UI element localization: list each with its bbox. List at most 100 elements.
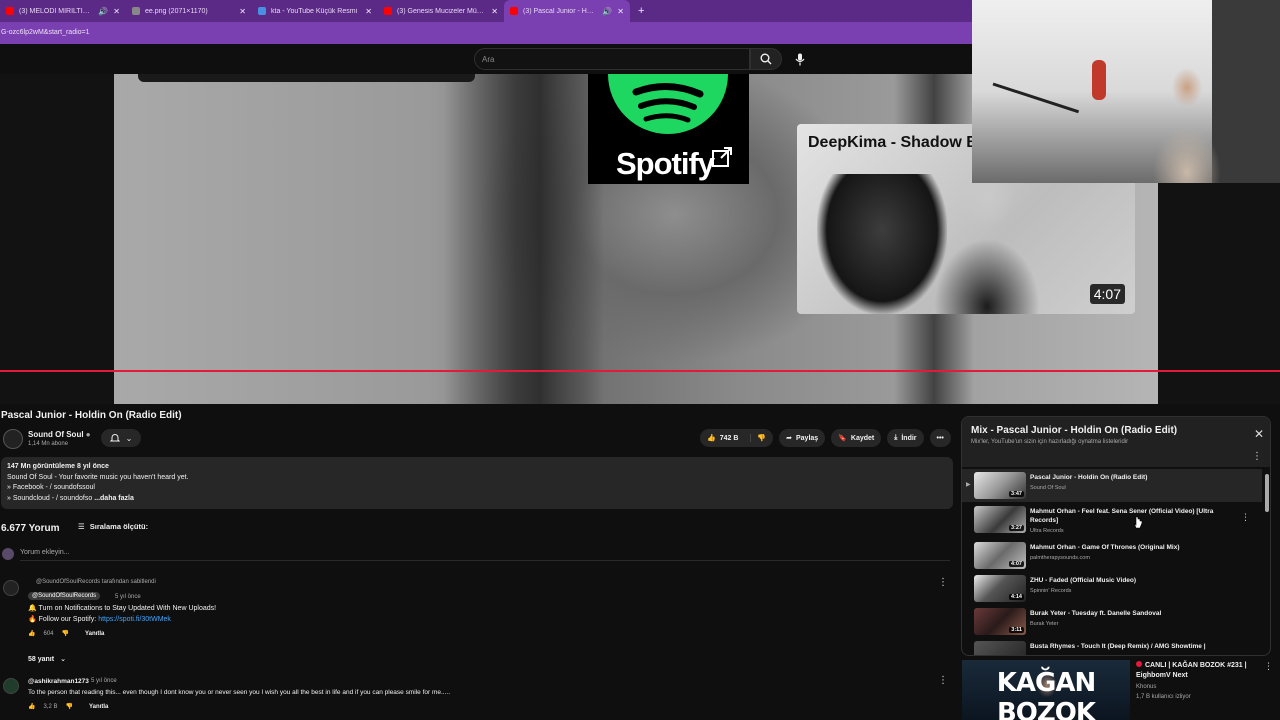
comment-author[interactable]: @SoundOfSoulRecords bbox=[28, 592, 101, 600]
address-bar[interactable]: G-ozc6lp2wM&start_radio=1 bbox=[0, 22, 972, 44]
playlist-item[interactable]: 3:11 Burak Yeter - Tuesday ft. Danelle S… bbox=[962, 605, 1262, 638]
subscribed-bell-button[interactable]: ⌄ bbox=[101, 429, 141, 447]
playlist-item[interactable]: 4:14 ZHU - Faded (Official Music Video) … bbox=[962, 572, 1262, 605]
voice-search-button[interactable] bbox=[788, 48, 812, 70]
duration-badge: 4:07 bbox=[1008, 561, 1024, 567]
channel-avatar[interactable] bbox=[3, 429, 23, 449]
playlist-item-title: Burak Yeter - Tuesday ft. Danelle Sandov… bbox=[1030, 610, 1162, 617]
download-button[interactable]: ⤓ İndir bbox=[887, 429, 924, 447]
browser-tab[interactable]: (3) MELODİ MIRILTISI | Eigh 🔊 ✕ bbox=[0, 0, 126, 22]
tab-close-icon[interactable]: ✕ bbox=[365, 7, 372, 16]
comment-like-count: 3,2 B bbox=[43, 703, 58, 710]
recommendation-menu-icon[interactable]: ⋮ bbox=[1264, 661, 1273, 672]
thumbs-down-icon[interactable]: 👎 bbox=[62, 630, 69, 637]
save-label: Kaydet bbox=[850, 434, 875, 442]
playlist-item-channel: Burak Yeter bbox=[1030, 621, 1059, 627]
comment-author[interactable]: @ashikrahman1273 bbox=[28, 676, 89, 687]
scrollbar-thumb[interactable] bbox=[1265, 474, 1269, 512]
video-progress-bar[interactable] bbox=[0, 370, 1280, 372]
youtube-favicon-icon bbox=[384, 7, 392, 15]
recommended-video-thumbnail[interactable]: KAĞAN BOZOK bbox=[962, 660, 1130, 720]
browser-tab-bar: (3) MELODİ MIRILTISI | Eigh 🔊 ✕ ee.png (… bbox=[0, 0, 972, 22]
playlist-item[interactable]: 3:27 Mahmut Orhan - Feel feat. Sena Sene… bbox=[962, 503, 1262, 536]
playlist-item-title: Pascal Junior - Holdin On (Radio Edit) bbox=[1030, 474, 1148, 481]
playlist-item[interactable]: Busta Rhymes - Touch It (Deep Remix) / A… bbox=[962, 638, 1262, 655]
comment-avatar[interactable] bbox=[3, 580, 19, 596]
channel-name-text: Sound Of Soul bbox=[28, 430, 84, 439]
comment-menu-icon[interactable]: ⋮ bbox=[938, 577, 948, 588]
chevron-down-icon: ⌄ bbox=[125, 433, 133, 443]
like-button[interactable]: 👍 742 B 👎 bbox=[700, 429, 774, 447]
sort-icon: ☰ bbox=[78, 522, 85, 531]
spotify-link[interactable]: https://spoti.fi/30tWMek bbox=[98, 616, 171, 623]
comment-text: 🔥 Follow our Spotify: bbox=[28, 616, 99, 623]
thumbs-down-icon[interactable]: 👎 bbox=[66, 703, 73, 710]
comment-text-line: 🔥 Follow our Spotify: https://spoti.fi/3… bbox=[28, 614, 171, 625]
playlist-title[interactable]: Mix - Pascal Junior - Holdin On (Radio E… bbox=[971, 425, 1177, 436]
sort-label: Sıralama ölçütü: bbox=[89, 522, 149, 531]
more-actions-button[interactable]: ••• bbox=[929, 429, 951, 447]
item-menu-icon[interactable]: ⋮ bbox=[1241, 512, 1250, 523]
description-line: » Facebook - / soundofssoul bbox=[7, 484, 95, 491]
subscriber-count: 1,14 Mn abone bbox=[28, 441, 69, 447]
channel-name[interactable]: Sound Of Soul ● bbox=[28, 430, 91, 439]
save-button[interactable]: 🔖 Kaydet bbox=[831, 429, 882, 447]
action-bar: 👍 742 B 👎 ➦ Paylaş 🔖 Kaydet ⤓ İndir ••• bbox=[700, 429, 951, 447]
description-box[interactable]: 147 Mn görüntüleme 8 yıl önce Sound Of S… bbox=[1, 457, 953, 509]
browser-tab-active[interactable]: (3) Pascal Junior - Holdin O 🔊 ✕ bbox=[504, 0, 630, 22]
recommended-channel[interactable]: Khonus bbox=[1136, 684, 1156, 690]
mix-playlist-panel: Mix - Pascal Junior - Holdin On (Radio E… bbox=[961, 416, 1271, 656]
microphone-arm bbox=[974, 82, 1080, 168]
comment-like-count: 604 bbox=[43, 630, 54, 637]
download-label: İndir bbox=[901, 434, 917, 442]
comment-time[interactable]: 5 yıl önce bbox=[91, 678, 117, 684]
tab-title: (3) MELODİ MIRILTISI | Eigh bbox=[19, 7, 94, 15]
playlist-item[interactable]: ▶ 3:47 Pascal Junior - Holdin On (Radio … bbox=[962, 469, 1262, 502]
tab-close-icon[interactable]: ✕ bbox=[617, 7, 624, 16]
new-tab-button[interactable]: + bbox=[630, 5, 652, 17]
browser-tab[interactable]: ee.png (2071×1170) ✕ bbox=[126, 0, 252, 22]
playlist-header: Mix - Pascal Junior - Holdin On (Radio E… bbox=[962, 417, 1270, 467]
show-more-link[interactable]: ...daha fazla bbox=[94, 495, 134, 502]
playlist-menu-icon[interactable]: ⋮ bbox=[1252, 451, 1262, 462]
description-stats: 147 Mn görüntüleme 8 yıl önce bbox=[7, 463, 109, 470]
share-button[interactable]: ➦ Paylaş bbox=[779, 429, 826, 447]
spotify-logo-icon bbox=[608, 74, 728, 134]
comment-menu-icon[interactable]: ⋮ bbox=[938, 675, 948, 686]
tab-close-icon[interactable]: ✕ bbox=[491, 7, 498, 16]
show-replies-button[interactable]: 58 yanıt ⌄ bbox=[28, 655, 66, 664]
endcard-title: DeepKima - Shadow B bbox=[808, 134, 978, 151]
tab-close-icon[interactable]: ✕ bbox=[239, 7, 246, 16]
recommended-title-text: CANLI | KAĞAN BOZOK #231 | EighbomV Next bbox=[1136, 662, 1247, 679]
add-comment-input[interactable]: Yorum ekleyin... bbox=[20, 549, 70, 556]
thumbs-up-icon[interactable]: 👍 bbox=[28, 703, 35, 710]
reply-button[interactable]: Yanıtla bbox=[85, 631, 104, 637]
search-input[interactable]: Ara bbox=[474, 48, 750, 70]
thumbs-up-icon: 👍 bbox=[707, 435, 716, 442]
playlist-item-title: Mahmut Orhan - Game Of Thrones (Original… bbox=[1030, 544, 1180, 551]
chevron-down-icon: ⌄ bbox=[60, 656, 66, 663]
tab-close-icon[interactable]: ✕ bbox=[113, 7, 120, 16]
comment-avatar[interactable] bbox=[3, 678, 19, 694]
thumbs-down-icon[interactable]: 👎 bbox=[750, 434, 766, 442]
reply-button[interactable]: Yanıtla bbox=[89, 704, 108, 710]
image-favicon-icon bbox=[132, 7, 140, 15]
browser-tab[interactable]: kta - YouTube Küçük Resmi ✕ bbox=[252, 0, 378, 22]
playlist-item-channel: Spinnin' Records bbox=[1030, 588, 1072, 594]
playlist-item[interactable]: 4:07 Mahmut Orhan - Game Of Thrones (Ori… bbox=[962, 539, 1262, 572]
description-line: » Soundcloud - / soundofso bbox=[7, 494, 93, 502]
recommended-video-title[interactable]: CANLI | KAĞAN BOZOK #231 | EighbomV Next bbox=[1136, 661, 1264, 680]
thumbs-up-icon[interactable]: 👍 bbox=[28, 630, 35, 637]
comment-time[interactable]: 5 yıl önce bbox=[115, 594, 141, 600]
overlay-bar bbox=[138, 74, 475, 82]
search-button[interactable] bbox=[750, 48, 782, 70]
sort-comments-button[interactable]: ☰ Sıralama ölçütü: bbox=[78, 522, 148, 531]
playlist-item-title: Busta Rhymes - Touch It (Deep Remix) / A… bbox=[1030, 643, 1206, 650]
now-playing-icon: ▶ bbox=[966, 482, 971, 488]
divider bbox=[20, 560, 950, 561]
close-icon[interactable]: ✕ bbox=[1254, 427, 1264, 441]
spotify-card[interactable]: Spotify bbox=[588, 74, 749, 184]
comment-text-line: 🔔 Turn on Notifications to Stay Updated … bbox=[28, 605, 217, 612]
bell-icon bbox=[109, 434, 120, 442]
browser-tab[interactable]: (3) Genesis Mucizeler Müzesi - ✕ bbox=[378, 0, 504, 22]
